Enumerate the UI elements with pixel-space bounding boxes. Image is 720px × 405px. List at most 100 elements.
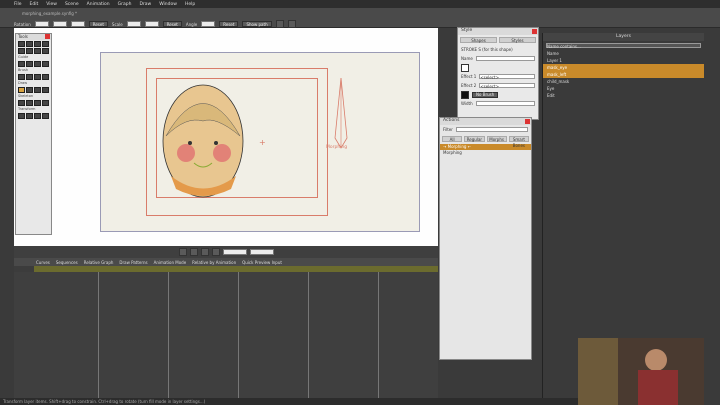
curvature-tool-icon[interactable] (34, 48, 41, 54)
layer-row[interactable]: Eye (543, 85, 704, 92)
scale-x-field[interactable] (126, 21, 141, 27)
shear-tool-icon[interactable] (18, 48, 25, 54)
line-color-swatch[interactable] (461, 90, 469, 99)
camera-tool-icon[interactable] (18, 113, 25, 119)
tab-morphs[interactable]: Morphs (486, 136, 507, 142)
timeline-tracks[interactable] (14, 272, 438, 398)
play-icon[interactable] (200, 248, 209, 256)
width-field[interactable] (475, 101, 535, 106)
tab-relative-animation[interactable]: Relative by Animation (192, 260, 236, 265)
bone-add-icon[interactable] (26, 100, 33, 106)
menu-draw[interactable]: Draw (139, 2, 151, 7)
pen-tool-icon[interactable] (34, 61, 41, 67)
add-point-tool-icon[interactable] (18, 61, 25, 67)
morphing-arrow-icon (334, 78, 348, 149)
reset-scale-button[interactable]: Reset (162, 21, 182, 27)
orbit-tool-icon[interactable] (42, 113, 49, 119)
name-field[interactable] (475, 56, 535, 61)
blend-tool-icon[interactable] (34, 74, 41, 80)
menu-view[interactable]: View (46, 2, 57, 7)
pencil-tool-icon[interactable] (42, 61, 49, 67)
actions-close-icon[interactable] (525, 119, 530, 124)
hand-tool-icon[interactable] (34, 113, 41, 119)
name-label: Name (461, 56, 473, 61)
next-frame-icon[interactable] (211, 248, 220, 256)
tab-relative-graph[interactable]: Relative Graph (84, 260, 114, 265)
tab-sequences[interactable]: Sequences (56, 260, 78, 265)
no-brush-button[interactable]: No Brush (472, 91, 499, 98)
stroke-tool-icon[interactable] (26, 87, 33, 93)
tab-draw-patterns[interactable]: Draw Patterns (119, 260, 147, 265)
reset-angle-button[interactable]: Reset (219, 21, 239, 27)
total-frames-field[interactable] (249, 249, 274, 255)
layer-row[interactable]: child_mask (543, 78, 704, 85)
reset-button[interactable]: Reset (88, 21, 108, 27)
line-width-tool-icon[interactable] (42, 87, 49, 93)
filter-input[interactable] (455, 127, 528, 132)
layer-row[interactable]: Name (543, 50, 704, 57)
curve-tool-icon[interactable] (26, 61, 33, 67)
bone-select-icon[interactable] (18, 100, 25, 106)
select-tool-icon[interactable] (18, 41, 25, 47)
menu-scene[interactable]: Scene (65, 2, 79, 7)
tools-panel: Tools Guide Brush Draw Skeleton Transfor (15, 33, 52, 235)
eraser-tool-icon[interactable] (26, 74, 33, 80)
menu-graph[interactable]: Graph (118, 2, 132, 7)
tab-smart-bones[interactable]: Smart Bones (508, 136, 529, 148)
tab-shapes[interactable]: Shapes (460, 37, 497, 43)
layer-row[interactable]: mask_left (543, 71, 704, 78)
angle-field[interactable] (201, 21, 216, 27)
document-tab[interactable]: morphing_example.synfig * (22, 11, 77, 16)
show-path-toggle[interactable]: Show path (242, 21, 272, 27)
center-crosshair-icon[interactable]: + (259, 138, 266, 147)
timeline-panel: Curves Sequences Relative Graph Draw Pat… (14, 246, 438, 398)
perspective-tool-icon[interactable] (26, 48, 33, 54)
scale-tool-icon[interactable] (34, 41, 41, 47)
menu-bar: File Edit View Scene Animation Graph Dra… (0, 0, 720, 8)
style-close-icon[interactable] (532, 29, 537, 34)
zoom-tool-icon[interactable] (26, 113, 33, 119)
rotation-x-field[interactable] (34, 21, 49, 27)
scatter-tool-icon[interactable] (42, 74, 49, 80)
flip-v-icon[interactable] (287, 20, 296, 28)
bone-translate-icon[interactable] (42, 100, 49, 106)
rotation-y-field[interactable] (52, 21, 67, 27)
menu-help[interactable]: Help (185, 2, 195, 7)
layer-row[interactable]: Edit (543, 92, 704, 99)
frame-field[interactable] (222, 249, 247, 255)
first-frame-icon[interactable] (178, 248, 187, 256)
paint-bucket-tool-icon[interactable] (18, 87, 25, 93)
tab-regular[interactable]: Regular (464, 136, 485, 142)
brush-tool-icon[interactable] (18, 74, 25, 80)
menu-edit[interactable]: Edit (30, 2, 39, 7)
width-label: Width (461, 101, 473, 106)
menu-window[interactable]: Window (159, 2, 177, 7)
menu-animation[interactable]: Animation (87, 2, 110, 7)
effect2-select[interactable]: <select> (479, 83, 535, 89)
effect2-label: Effect 2 (461, 83, 477, 88)
face-character[interactable] (156, 81, 251, 201)
tab-animation-mode[interactable]: Animation Mode (154, 260, 187, 265)
layer-row[interactable]: mask_eye (543, 64, 704, 71)
rotate-tool-icon[interactable] (42, 41, 49, 47)
bone-rotate-icon[interactable] (34, 100, 41, 106)
layer-row[interactable]: Layer 1 (543, 57, 704, 64)
translate-tool-icon[interactable] (26, 41, 33, 47)
action-item[interactable]: Morphing (440, 150, 531, 156)
layer-search-input[interactable]: Name contains... (546, 43, 701, 49)
rotation-z-field[interactable] (70, 21, 85, 27)
flip-h-icon[interactable] (275, 20, 284, 28)
fill-color-swatch[interactable] (461, 63, 469, 72)
effect1-select[interactable]: <select> (479, 74, 535, 80)
fill-tool-icon[interactable] (34, 87, 41, 93)
prev-frame-icon[interactable] (189, 248, 198, 256)
stage[interactable]: Morphing + (100, 52, 420, 232)
scale-y-field[interactable] (144, 21, 159, 27)
magnet-tool-icon[interactable] (42, 48, 49, 54)
menu-file[interactable]: File (14, 2, 22, 7)
tab-styles[interactable]: Styles (499, 37, 536, 43)
tools-close-icon[interactable] (45, 34, 50, 39)
tab-all[interactable]: All (442, 136, 463, 142)
tab-curves[interactable]: Curves (36, 260, 50, 265)
tab-quick-preview[interactable]: Quick Preview Input (242, 260, 282, 265)
